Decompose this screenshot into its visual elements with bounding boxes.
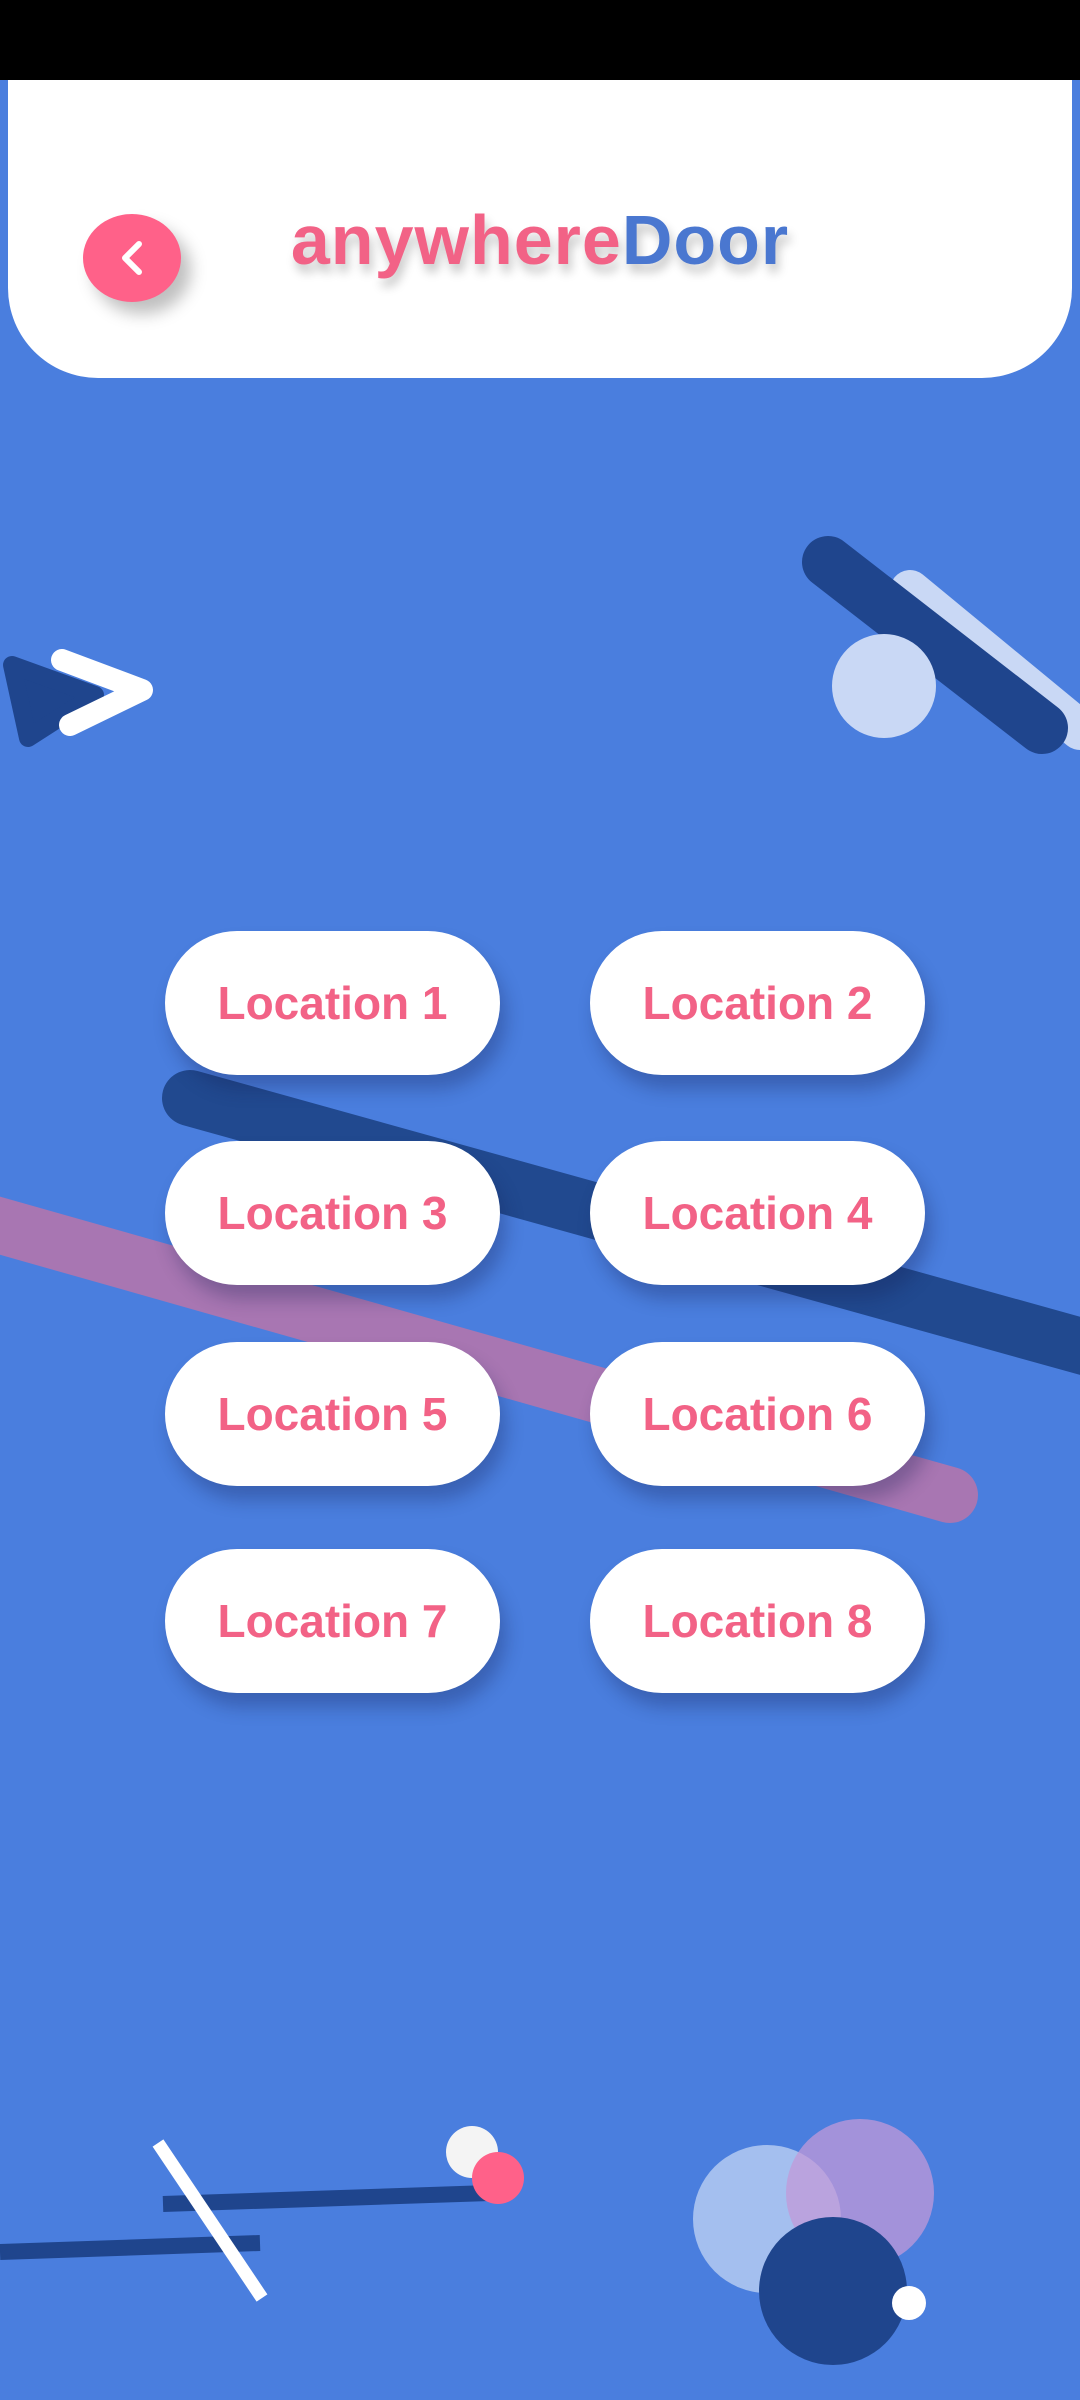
location-button-7[interactable]: Location 7 [165,1549,500,1693]
app-title-part2: Door [621,201,790,279]
location-button-6[interactable]: Location 6 [590,1342,925,1486]
status-bar [0,0,1080,80]
white-small-dot-shape [892,2286,926,2320]
location-button-3[interactable]: Location 3 [165,1141,500,1285]
pink-dot-shape [472,2152,524,2204]
app-title-part1: anywhere [290,201,622,279]
dark-bubble-shape [759,2217,907,2365]
light-circle-shape [832,634,936,738]
white-stick-shape [152,2139,268,2302]
location-button-2[interactable]: Location 2 [590,931,925,1075]
location-button-8[interactable]: Location 8 [590,1549,925,1693]
dark-stick-shape [162,2185,491,2212]
app-header: anywhereDoor [8,80,1072,378]
location-button-1[interactable]: Location 1 [165,931,500,1075]
location-button-4[interactable]: Location 4 [590,1141,925,1285]
location-button-5[interactable]: Location 5 [165,1342,500,1486]
app-title: anywhereDoor [8,200,1072,280]
